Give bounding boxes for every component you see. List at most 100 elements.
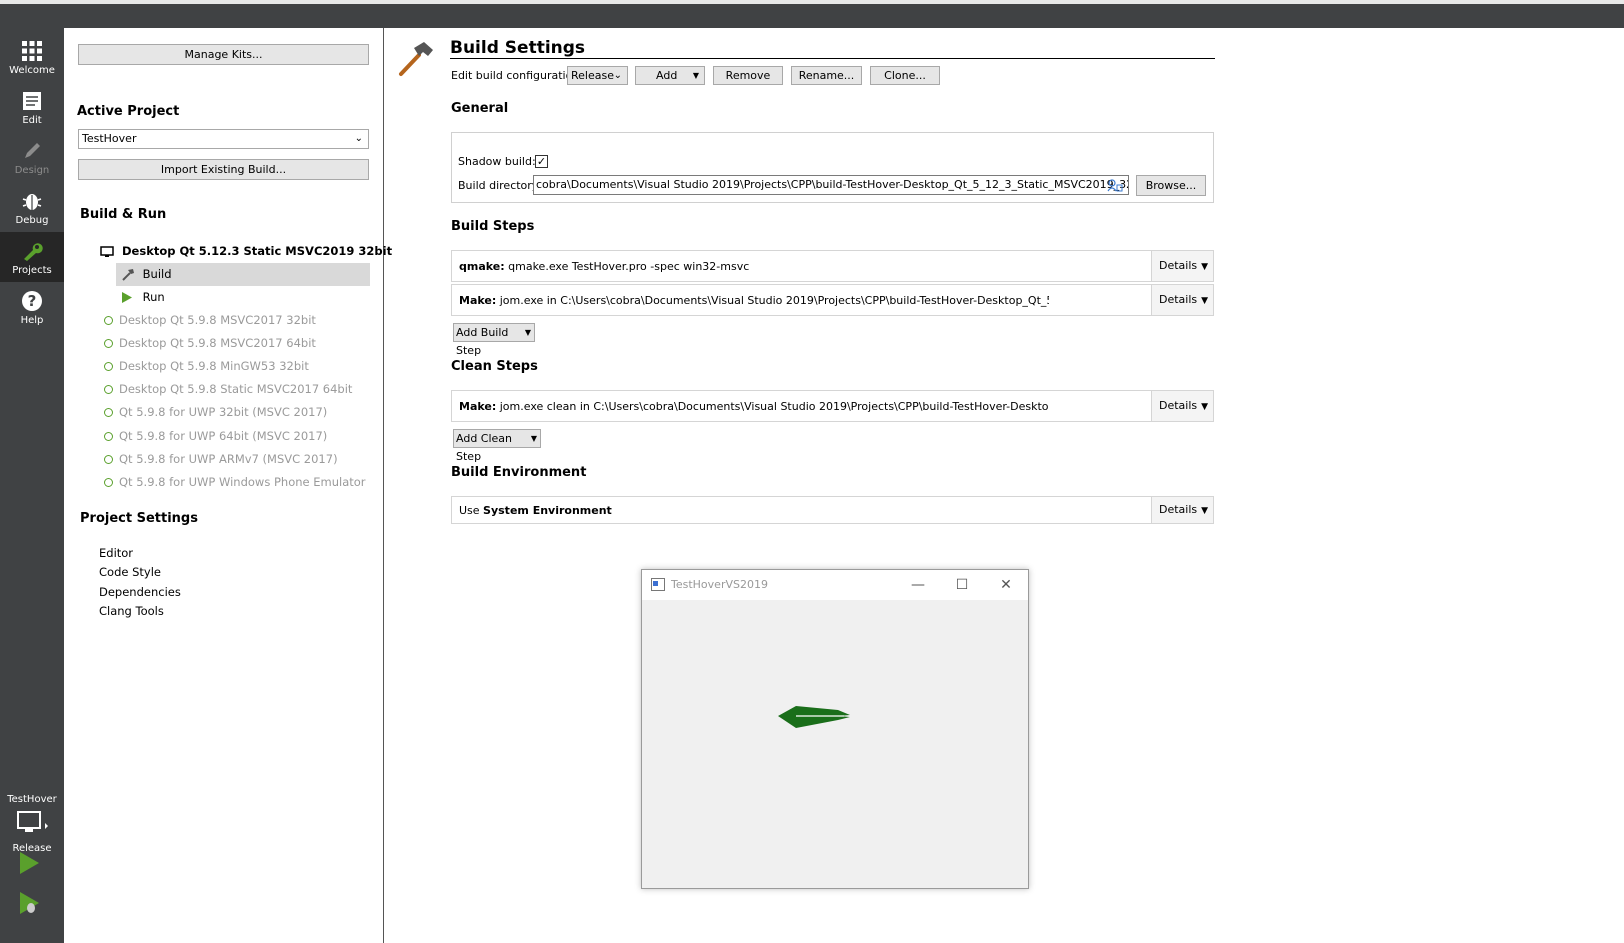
- clean-step-summary: Make: jom.exe clean in C:\Users\cobra\Do…: [459, 400, 1049, 413]
- bug-icon: [22, 194, 42, 210]
- mode-projects[interactable]: Projects: [0, 232, 64, 282]
- debug-run-icon[interactable]: [16, 890, 42, 916]
- build-dir-label: Build directory:: [458, 179, 542, 192]
- hammer-icon: [122, 269, 134, 281]
- settings-item-clang-tools[interactable]: Clang Tools: [99, 604, 164, 618]
- make-details-label: Details: [1159, 293, 1198, 306]
- add-clean-step-button[interactable]: Add Clean Step ▼: [453, 429, 541, 463]
- minimize-icon[interactable]: —: [898, 574, 938, 596]
- clone-config-button[interactable]: Clone...: [870, 66, 940, 85]
- mode-bar: Welcome Edit Design Debug Projects ? Hel…: [0, 28, 64, 943]
- kit-item[interactable]: Desktop Qt 5.9.8 MSVC2017 32bit: [104, 313, 316, 327]
- triangle-down-icon: ▼: [1201, 402, 1209, 412]
- remove-config-button[interactable]: Remove: [713, 66, 783, 85]
- build-steps-heading: Build Steps: [451, 219, 535, 234]
- kit-item[interactable]: Qt 5.9.8 for UWP 64bit (MSVC 2017): [104, 429, 327, 443]
- build-run-heading: Build & Run: [80, 207, 167, 222]
- kit-project-name: TestHover: [7, 794, 57, 805]
- app-icon: [651, 578, 665, 591]
- title-underline: [450, 58, 1215, 59]
- build-item-label: Build: [142, 267, 172, 281]
- build-env-prefix: Use: [459, 504, 484, 517]
- build-dir-value: cobra\Documents\Visual Studio 2019\Proje…: [536, 178, 1129, 191]
- import-existing-build-button[interactable]: Import Existing Build...: [78, 159, 369, 180]
- add-kit-icon: [104, 431, 113, 441]
- build-env-heading: Build Environment: [451, 465, 587, 480]
- add-kit-icon: [104, 477, 113, 487]
- settings-item-code-style[interactable]: Code Style: [99, 565, 161, 579]
- maximize-icon[interactable]: ☐: [942, 574, 982, 596]
- active-kit-item[interactable]: Desktop Qt 5.12.3 Static MSVC2019 32bit: [100, 244, 392, 258]
- kit-item[interactable]: Desktop Qt 5.9.8 Static MSVC2017 64bit: [104, 382, 352, 396]
- window-title: TestHoverVS2019: [671, 578, 768, 591]
- add-config-button[interactable]: Add ▼: [635, 66, 705, 85]
- mode-debug[interactable]: Debug: [0, 182, 64, 232]
- manage-kits-button[interactable]: Manage Kits...: [78, 44, 369, 65]
- close-icon[interactable]: ✕: [986, 574, 1026, 596]
- browse-button[interactable]: Browse...: [1136, 175, 1206, 196]
- wrench-icon: [24, 243, 43, 261]
- hover-arrow-shape[interactable]: [776, 704, 852, 730]
- build-env-details-button[interactable]: Details ▼: [1151, 497, 1213, 523]
- mode-projects-label: Projects: [12, 265, 52, 276]
- triangle-down-icon: ▼: [1201, 506, 1209, 516]
- run-icon[interactable]: [16, 850, 42, 876]
- kit-item-label: Desktop Qt 5.9.8 MinGW53 32bit: [119, 359, 309, 374]
- monitor-icon: [17, 811, 48, 832]
- mode-edit[interactable]: Edit: [0, 82, 64, 132]
- run-item-label: Run: [142, 290, 165, 304]
- active-kit-label: Desktop Qt 5.12.3 Static MSVC2019 32bit: [122, 244, 393, 258]
- pencil-icon: [25, 143, 40, 158]
- add-kit-icon: [104, 408, 113, 418]
- kit-item[interactable]: Qt 5.9.8 for UWP 32bit (MSVC 2017): [104, 405, 327, 419]
- mode-help-label: Help: [20, 315, 44, 326]
- run-item[interactable]: Run: [121, 290, 165, 304]
- mode-design-label: Design: [14, 165, 50, 176]
- mode-help[interactable]: ? Help: [0, 282, 64, 332]
- window-title-bar[interactable]: TestHoverVS2019 — ☐ ✕: [642, 570, 1028, 600]
- chevron-down-icon: ⌄: [354, 133, 363, 144]
- hammer-icon: [399, 42, 433, 76]
- question-icon: ?: [22, 291, 42, 311]
- build-dir-input[interactable]: cobra\Documents\Visual Studio 2019\Proje…: [533, 175, 1129, 195]
- kit-item-label: Desktop Qt 5.9.8 MSVC2017 64bit: [119, 336, 316, 351]
- make-step-row: Make: jom.exe in C:\Users\cobra\Document…: [451, 284, 1214, 316]
- make-step-value: jom.exe in C:\Users\cobra\Documents\Visu…: [499, 294, 1049, 307]
- variable-chooser-icon[interactable]: [1107, 178, 1123, 192]
- kit-item[interactable]: Qt 5.9.8 for UWP Windows Phone Emulator: [104, 475, 366, 489]
- make-step-summary: Make: jom.exe in C:\Users\cobra\Document…: [459, 294, 1049, 307]
- build-item[interactable]: Build: [121, 267, 172, 281]
- rename-config-button[interactable]: Rename...: [791, 66, 862, 85]
- make-step-key: Make:: [459, 294, 497, 307]
- settings-item-editor[interactable]: Editor: [99, 546, 133, 560]
- mode-welcome[interactable]: Welcome: [0, 32, 64, 82]
- project-select[interactable]: TestHover ⌄: [78, 129, 369, 149]
- settings-item-dependencies[interactable]: Dependencies: [99, 585, 181, 599]
- add-kit-icon: [104, 385, 113, 395]
- kit-item[interactable]: Desktop Qt 5.9.8 MSVC2017 64bit: [104, 336, 316, 350]
- build-env-value: System Environment: [483, 504, 612, 517]
- kit-item[interactable]: Qt 5.9.8 for UWP ARMv7 (MSVC 2017): [104, 452, 338, 466]
- chevron-down-icon: ⌄: [613, 70, 622, 81]
- make-details-button[interactable]: Details ▼: [1151, 285, 1213, 315]
- svg-text:?: ?: [28, 292, 37, 310]
- qmake-details-button[interactable]: Details ▼: [1151, 251, 1213, 281]
- testhover-window[interactable]: TestHoverVS2019 — ☐ ✕: [641, 569, 1029, 889]
- clean-details-button[interactable]: Details ▼: [1151, 391, 1213, 421]
- clean-step-value: jom.exe clean in C:\Users\cobra\Document…: [499, 400, 1049, 413]
- kit-item-label: Desktop Qt 5.9.8 MSVC2017 32bit: [119, 313, 316, 327]
- document-icon: [23, 92, 41, 110]
- qmake-step-value: qmake.exe TestHover.pro -spec win32-msvc: [504, 260, 750, 273]
- qmake-details-label: Details: [1159, 259, 1198, 272]
- shadow-build-checkbox[interactable]: ✓: [535, 155, 548, 168]
- mode-design[interactable]: Design: [0, 132, 64, 182]
- build-env-details-label: Details: [1159, 503, 1198, 516]
- active-project-heading: Active Project: [77, 104, 180, 119]
- mode-welcome-label: Welcome: [9, 65, 55, 76]
- config-select[interactable]: Release ⌄: [567, 66, 628, 85]
- mode-edit-label: Edit: [22, 115, 42, 126]
- build-env-summary: Use System Environment: [459, 504, 1049, 517]
- page-title: Build Settings: [450, 38, 586, 58]
- kit-item[interactable]: Desktop Qt 5.9.8 MinGW53 32bit: [104, 359, 309, 373]
- add-build-step-button[interactable]: Add Build Step ▼: [453, 323, 535, 357]
